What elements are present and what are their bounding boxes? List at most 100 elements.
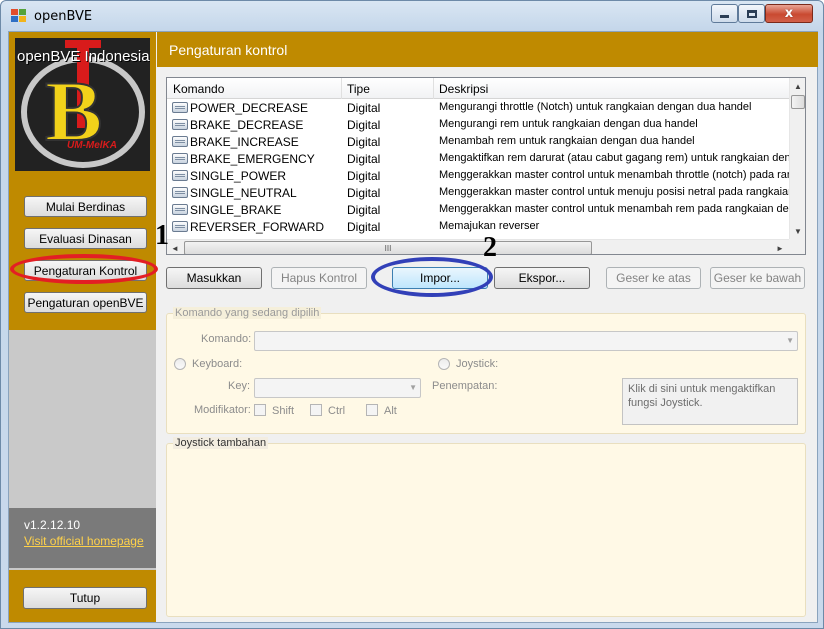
joystick-radio[interactable]	[438, 358, 450, 370]
komando-label: Komando:	[201, 333, 252, 345]
list-item[interactable]: REVERSER_FORWARD Digital Memajukan rever…	[167, 218, 789, 235]
command-list[interactable]: Komando Tipe Deskripsi POWER_DECREASE Di…	[166, 77, 806, 255]
chevron-down-icon: ▼	[409, 383, 417, 392]
list-item[interactable]: SINGLE_NEUTRAL Digital Menggerakkan mast…	[167, 184, 789, 201]
list-item-description: Memajukan reverser	[439, 220, 540, 232]
close-area: Tutup	[9, 570, 156, 622]
joystick-label: Joystick:	[456, 358, 499, 370]
list-item-command: SINGLE_BRAKE	[190, 203, 282, 217]
minimize-icon	[720, 15, 729, 18]
app-window: openBVE x B openBVE Indonesia UM-MelKA M…	[0, 0, 824, 629]
list-item-description: Menggerakkan master control untuk menamb…	[439, 169, 789, 181]
logo-subtext: UM-MelKA	[67, 140, 117, 151]
group-legend: Joystick tambahan	[173, 437, 269, 449]
maximize-button[interactable]	[738, 4, 765, 23]
nav-evaluasi-dinasan-button[interactable]: Evaluasi Dinasan	[24, 228, 147, 249]
scroll-right-icon[interactable]: ►	[772, 240, 788, 254]
ekspor-button[interactable]: Ekspor...	[494, 267, 590, 289]
column-header-komando[interactable]: Komando	[173, 82, 224, 96]
title-bar[interactable]: openBVE x	[1, 1, 823, 31]
list-item-type: Digital	[347, 101, 381, 115]
annotation-red-ellipse	[10, 254, 158, 284]
minimize-button[interactable]	[711, 4, 738, 23]
list-item-type: Digital	[347, 220, 381, 234]
vertical-scroll-thumb[interactable]	[791, 95, 805, 109]
list-item[interactable]: SINGLE_BRAKE Digital Menggerakkan master…	[167, 201, 789, 218]
key-combobox[interactable]: ▼	[254, 378, 421, 398]
scroll-up-icon[interactable]: ▲	[790, 78, 805, 94]
list-item-description: Mengaktifkan rem darurat (atau cabut gag…	[439, 152, 789, 164]
list-item-description: Menambah rem untuk rangkaian dengan dua …	[439, 135, 695, 147]
alt-checkbox[interactable]	[366, 404, 378, 416]
group-legend: Komando yang sedang dipilih	[173, 307, 322, 319]
chevron-down-icon: ▼	[786, 336, 794, 345]
window-title: openBVE	[34, 9, 93, 24]
list-item-command: POWER_DECREASE	[190, 101, 309, 115]
list-item-type: Digital	[347, 118, 381, 132]
list-item[interactable]: POWER_DECREASE Digital Mengurangi thrott…	[167, 99, 789, 116]
joystick-hint-box[interactable]: Klik di sini untuk mengaktifkan fungsi J…	[622, 378, 798, 425]
ctrl-checkbox[interactable]	[310, 404, 322, 416]
list-item-command: BRAKE_INCREASE	[190, 135, 299, 149]
homepage-link[interactable]: Visit official homepage	[24, 534, 144, 548]
page-header: Pengaturan kontrol	[157, 32, 818, 67]
keyboard-icon	[172, 170, 188, 181]
list-item-description: Mengurangi throttle (Notch) untuk rangka…	[439, 101, 752, 113]
scroll-left-icon[interactable]: ◄	[167, 240, 183, 254]
close-icon: x	[784, 6, 794, 21]
list-item-type: Digital	[347, 152, 381, 166]
list-item-command: SINGLE_POWER	[190, 169, 287, 183]
shift-checkbox[interactable]	[254, 404, 266, 416]
close-button[interactable]: x	[765, 4, 813, 23]
scroll-corner	[789, 239, 805, 254]
page-title: Pengaturan kontrol	[169, 42, 288, 58]
joystick-group: Joystick tambahan	[166, 437, 806, 617]
alt-label: Alt	[384, 405, 397, 417]
version-area: v1.2.12.10 Visit official homepage	[9, 508, 156, 568]
logo-area: B openBVE Indonesia UM-MelKA	[9, 32, 156, 177]
maximize-icon	[746, 9, 757, 18]
keyboard-icon	[172, 119, 188, 130]
hapus-kontrol-button[interactable]: Hapus Kontrol	[271, 267, 367, 289]
nav-pengaturan-openbve-button[interactable]: Pengaturan openBVE	[24, 292, 147, 313]
list-item-description: Mengurangi rem untuk rangkaian dengan du…	[439, 118, 698, 130]
list-item-command: SINGLE_NEUTRAL	[190, 186, 297, 200]
version-label: v1.2.12.10	[24, 518, 81, 532]
geser-ke-bawah-button[interactable]: Geser ke bawah	[710, 267, 805, 289]
column-separator[interactable]	[341, 78, 342, 99]
list-item[interactable]: BRAKE_DECREASE Digital Mengurangi rem un…	[167, 116, 789, 133]
modifikator-label: Modifikator:	[194, 404, 251, 416]
list-item-command: BRAKE_EMERGENCY	[190, 152, 315, 166]
penempatan-label: Penempatan:	[432, 380, 498, 392]
list-item[interactable]: BRAKE_EMERGENCY Digital Mengaktifkan rem…	[167, 150, 789, 167]
list-item[interactable]: SINGLE_POWER Digital Menggerakkan master…	[167, 167, 789, 184]
column-header-tipe[interactable]: Tipe	[347, 82, 370, 96]
nav-mulai-berdinas-button[interactable]: Mulai Berdinas	[24, 196, 147, 217]
vertical-scrollbar[interactable]: ▲ ▼	[789, 78, 805, 239]
keyboard-icon	[172, 136, 188, 147]
sidebar: B openBVE Indonesia UM-MelKA Mulai Berdi…	[9, 32, 156, 622]
list-header: Komando Tipe Deskripsi	[167, 78, 789, 99]
geser-ke-atas-button[interactable]: Geser ke atas	[606, 267, 701, 289]
key-label: Key:	[228, 380, 251, 392]
logo: B openBVE Indonesia UM-MelKA	[15, 38, 150, 171]
logo-text: openBVE Indonesia	[17, 48, 150, 65]
annotation-step-2: 2	[483, 232, 497, 263]
horizontal-scroll-thumb[interactable]: III	[184, 241, 592, 254]
keyboard-radio[interactable]	[174, 358, 186, 370]
keyboard-icon	[172, 102, 188, 113]
tutup-button[interactable]: Tutup	[23, 587, 147, 609]
scroll-down-icon[interactable]: ▼	[790, 223, 805, 239]
list-item[interactable]: BRAKE_INCREASE Digital Menambah rem untu…	[167, 133, 789, 150]
keyboard-icon	[172, 221, 188, 232]
horizontal-scrollbar[interactable]: ◄ III ►	[167, 239, 789, 254]
komando-combobox[interactable]: ▼	[254, 331, 798, 351]
ctrl-label: Ctrl	[328, 405, 346, 417]
list-item-type: Digital	[347, 186, 381, 200]
column-header-deskripsi[interactable]: Deskripsi	[439, 82, 488, 96]
list-body: POWER_DECREASE Digital Mengurangi thrott…	[167, 99, 789, 239]
list-item-description: Menggerakkan master control untuk menuju…	[439, 186, 789, 198]
keyboard-label: Keyboard:	[192, 358, 243, 370]
masukkan-button[interactable]: Masukkan	[166, 267, 262, 289]
column-separator[interactable]	[433, 78, 434, 99]
